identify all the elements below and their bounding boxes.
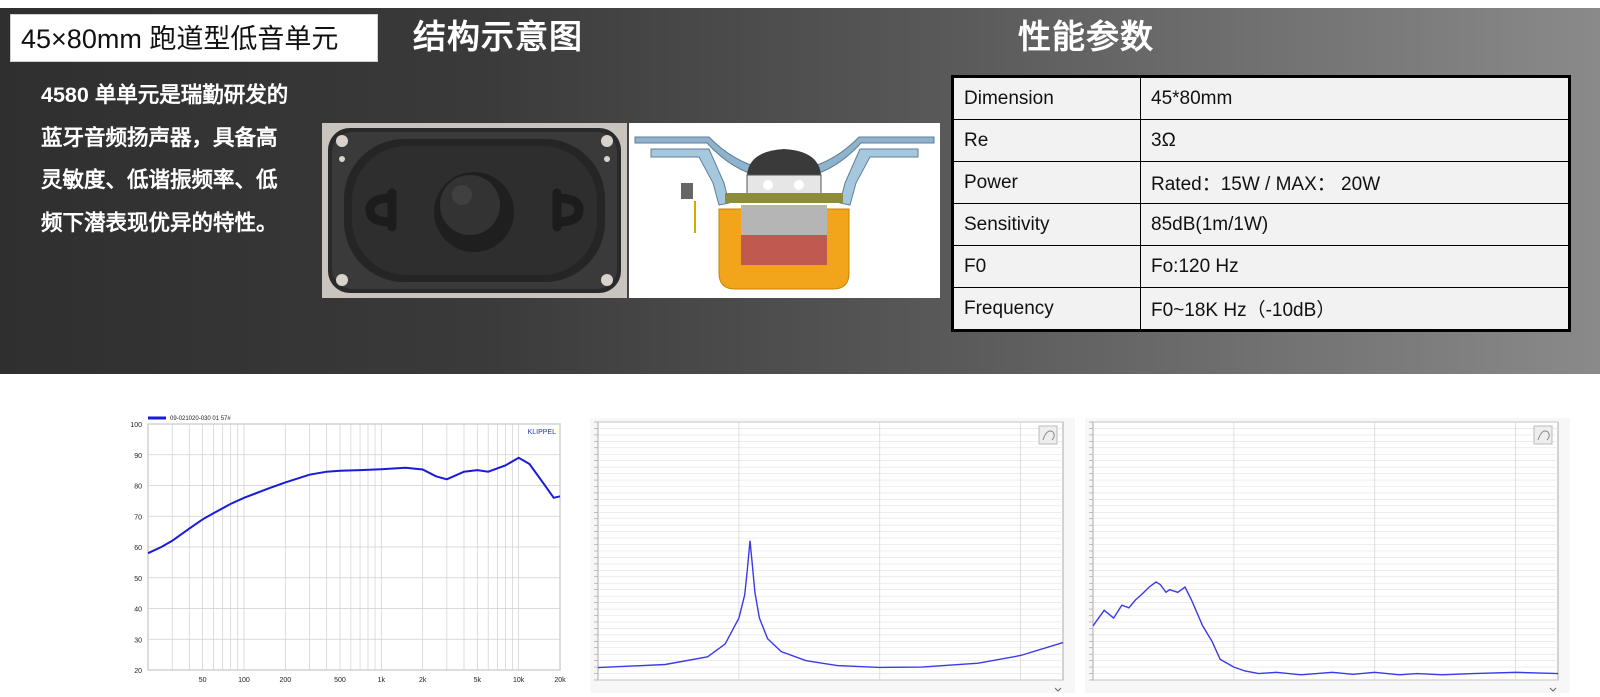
spec-key: Power (952, 161, 1141, 204)
x-tick-label: 50 (199, 677, 207, 684)
product-description: 4580 单单元是瑞勤研发的蓝牙音频扬声器，具备高灵敏度、低谐振频率、低频下潜表… (41, 83, 289, 235)
watermark-label: KLIPPEL (528, 429, 557, 436)
speaker-photo (322, 123, 627, 298)
spec-row: Re 3Ω (952, 119, 1570, 162)
distortion-chart (1085, 418, 1570, 693)
frequency-response-chart: 100 90 80 70 60 50 40 30 20 50 100 200 500 1k 2k 5k 10k 2… (120, 414, 580, 694)
product-title: 45×80mm 跑道型低音单元 (10, 14, 378, 62)
y-tick-label: 70 (134, 514, 142, 521)
x-tick-label: 500 (334, 677, 346, 684)
x-tick-label: 100 (238, 677, 250, 684)
y-tick-label: 40 (134, 607, 142, 614)
spec-key: Sensitivity (952, 203, 1141, 246)
spec-row: Sensitivity 85dB(1m/1W) (952, 203, 1570, 246)
spec-key: Frequency (952, 287, 1141, 331)
spec-row: Power Rated：15W / MAX： 20W (952, 161, 1570, 204)
x-tick-label: 10k (513, 677, 525, 684)
spec-value: 3Ω (1140, 119, 1570, 162)
y-tick-label: 60 (134, 545, 142, 552)
x-tick-label: 20k (554, 677, 566, 684)
spec-row: F0 Fo:120 Hz (952, 245, 1570, 288)
spec-value: 85dB(1m/1W) (1140, 203, 1570, 246)
spec-value: Rated：15W / MAX： 20W (1140, 161, 1570, 204)
x-tick-label: 1k (378, 677, 386, 684)
y-tick-label: 30 (134, 637, 142, 644)
legend-label: 09-021020-030 01 57# (170, 416, 231, 422)
y-tick-label: 80 (134, 484, 142, 491)
x-tick-label: 2k (419, 677, 427, 684)
spec-value: 45*80mm (1140, 76, 1570, 120)
y-tick-label: 20 (134, 668, 142, 675)
speaker-cross-section (629, 123, 940, 298)
y-tick-label: 100 (130, 422, 142, 429)
y-tick-label: 90 (134, 453, 142, 460)
x-tick-label: 200 (279, 677, 291, 684)
spec-value: F0~18K Hz（-10dB） (1140, 287, 1570, 331)
x-tick-label: 5k (474, 677, 482, 684)
spec-heading: 性能参数 (1018, 18, 1154, 55)
structure-heading: 结构示意图 (413, 18, 583, 55)
spec-value: Fo:120 Hz (1140, 245, 1570, 288)
spec-key: F0 (952, 245, 1141, 288)
spec-table: Dimension 45*80mm Re 3Ω Power Rated：15W / M… (951, 75, 1571, 332)
spec-row: Frequency F0~18K Hz（-10dB） (952, 287, 1570, 331)
spec-key: Re (952, 119, 1141, 162)
y-tick-label: 50 (134, 576, 142, 583)
spec-key: Dimension (952, 76, 1141, 120)
impedance-chart (590, 418, 1075, 693)
spec-row: Dimension 45*80mm (952, 76, 1570, 120)
